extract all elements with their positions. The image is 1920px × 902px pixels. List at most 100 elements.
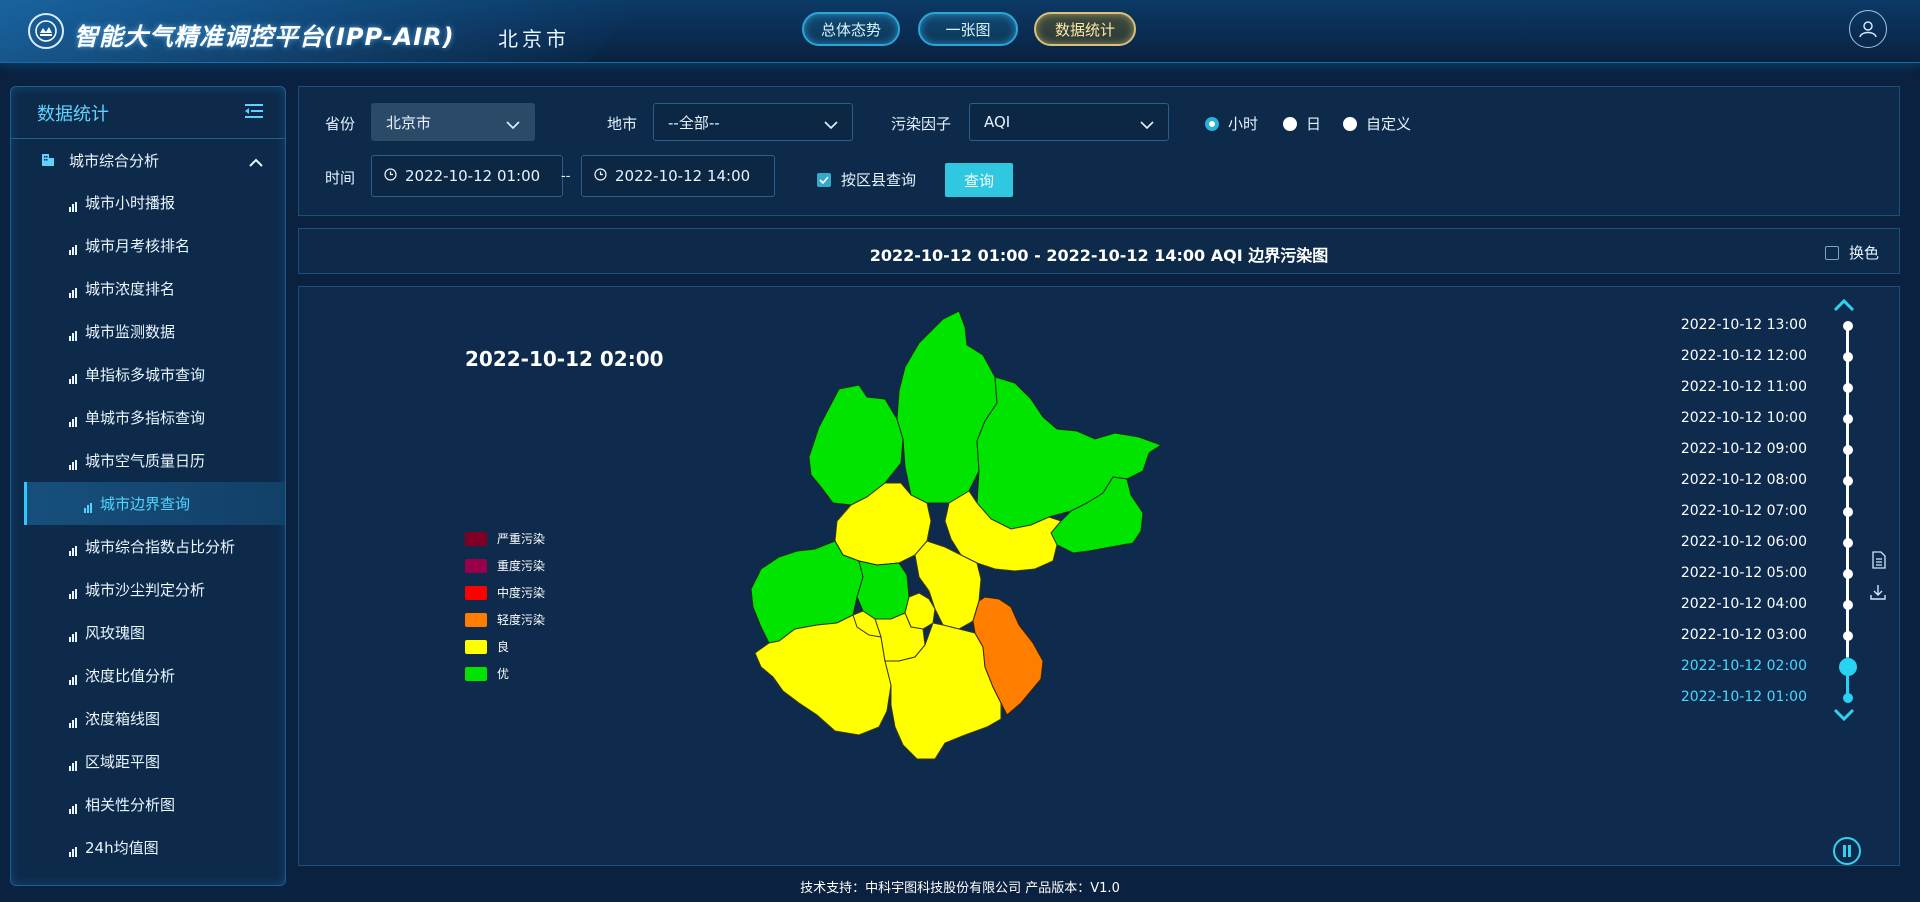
timeline-time-label[interactable]: 2022-10-12 06:00	[1681, 534, 1807, 550]
timeline-dot[interactable]	[1842, 569, 1853, 579]
radio-dot-selected	[1205, 116, 1219, 131]
filter-panel: 省份 北京市 地市 --全部-- 污染因子 AQI 小时 日 自定义 时间 20	[298, 86, 1900, 216]
pollutant-label: 污染因子	[891, 115, 952, 133]
timeline-time-label[interactable]: 2022-10-12 03:00	[1681, 627, 1807, 643]
sidebar-item-label: 城市监测数据	[85, 323, 176, 341]
timeline-up-button[interactable]	[1832, 297, 1856, 317]
timeline-time-label[interactable]: 2022-10-12 02:00	[1681, 658, 1807, 674]
nav-one-map-button[interactable]: 一张图	[918, 12, 1018, 46]
sidebar-item[interactable]: 区域距平图	[11, 740, 285, 783]
timeline-current-dot[interactable]	[1838, 658, 1857, 676]
radio-hour-label: 小时	[1228, 115, 1259, 133]
bar-chart-icon	[69, 456, 77, 470]
sidebar-item[interactable]: 城市沙尘判定分析	[11, 568, 285, 611]
timeline-dot[interactable]	[1842, 507, 1853, 517]
legend-item[interactable]: 严重污染	[465, 525, 545, 552]
start-time-input[interactable]: 2022-10-12 01:00	[371, 155, 563, 197]
sidebar-item[interactable]: 单指标多城市查询	[11, 353, 285, 396]
sidebar-item-label: 浓度比值分析	[85, 667, 176, 685]
radio-custom[interactable]: 自定义	[1343, 113, 1411, 134]
legend-item[interactable]: 优	[465, 660, 545, 687]
bar-chart-icon	[69, 757, 77, 771]
platform-logo-icon	[28, 13, 64, 49]
timeline-dot[interactable]	[1842, 476, 1853, 486]
timeline-dot[interactable]	[1842, 538, 1853, 548]
timeline-time-label[interactable]: 2022-10-12 11:00	[1681, 379, 1807, 395]
radio-hour[interactable]: 小时	[1205, 113, 1258, 134]
timeline-time-label[interactable]: 2022-10-12 09:00	[1681, 441, 1807, 457]
sidebar-group-city-analysis[interactable]: 城市综合分析	[11, 139, 285, 181]
sidebar-item[interactable]: 城市监测数据	[11, 310, 285, 353]
collapse-menu-icon[interactable]	[245, 103, 263, 123]
legend-item[interactable]: 重度污染	[465, 552, 545, 579]
pollutant-select[interactable]: AQI	[969, 103, 1169, 141]
timeline-time-label[interactable]: 2022-10-12 10:00	[1681, 410, 1807, 426]
legend-item[interactable]: 轻度污染	[465, 606, 545, 633]
timeline-dot[interactable]	[1842, 383, 1853, 393]
legend-label: 中度污染	[497, 586, 546, 600]
sidebar-item[interactable]: 浓度箱线图	[11, 697, 285, 740]
sidebar-item[interactable]: 城市空气质量日历	[11, 439, 285, 482]
sidebar-item[interactable]: 浓度比值分析	[11, 654, 285, 697]
district-query-checkbox[interactable]	[817, 173, 831, 187]
bar-chart-icon	[84, 499, 92, 513]
timeline-time-label[interactable]: 2022-10-12 05:00	[1681, 565, 1807, 581]
chevron-down-icon	[506, 116, 520, 134]
user-avatar-icon[interactable]	[1849, 10, 1887, 48]
nav-overview-button[interactable]: 总体态势	[802, 12, 900, 46]
document-icon[interactable]	[1871, 551, 1887, 573]
legend-item[interactable]: 中度污染	[465, 579, 545, 606]
timeline-time-label[interactable]: 2022-10-12 01:00	[1681, 689, 1807, 705]
pause-button[interactable]	[1833, 837, 1861, 865]
sidebar-group-label: 城市综合分析	[69, 151, 160, 170]
radio-dot	[1343, 116, 1357, 131]
sidebar-item[interactable]: 相关性分析图	[11, 783, 285, 826]
sidebar-item[interactable]: 城市浓度排名	[11, 267, 285, 310]
timeline-dot[interactable]	[1842, 321, 1853, 331]
radio-day-label: 日	[1306, 115, 1322, 133]
sidebar-item[interactable]: 单城市多指标查询	[11, 396, 285, 439]
sidebar-item-label: 风玫瑰图	[85, 624, 146, 642]
timeline-dot[interactable]	[1842, 631, 1853, 641]
sidebar-item[interactable]: 风玫瑰图	[11, 611, 285, 654]
radio-day[interactable]: 日	[1283, 113, 1321, 134]
sidebar-item-label: 城市沙尘判定分析	[85, 581, 206, 599]
sidebar-item[interactable]: 城市综合指数占比分析	[11, 525, 285, 568]
sidebar-item[interactable]: 24h均值图	[11, 826, 285, 869]
bar-chart-icon	[69, 327, 77, 341]
timeline-dot[interactable]	[1842, 352, 1853, 362]
province-select[interactable]: 北京市	[371, 103, 535, 141]
bar-chart-icon	[69, 628, 77, 642]
chart-title-bar: 2022-10-12 01:00 - 2022-10-12 14:00 AQI …	[298, 228, 1900, 274]
clock-icon	[594, 167, 607, 185]
swap-color-toggle[interactable]: 换色	[1824, 242, 1879, 263]
sidebar-item[interactable]: 城市月考核排名	[11, 224, 285, 267]
legend-item[interactable]: 良	[465, 633, 545, 660]
nav-data-stats-button[interactable]: 数据统计	[1034, 12, 1136, 46]
query-button[interactable]: 查询	[945, 163, 1013, 197]
swap-color-checkbox[interactable]	[1824, 245, 1839, 260]
timeline-dot[interactable]	[1842, 600, 1853, 610]
legend-label: 重度污染	[497, 559, 546, 573]
end-time-input[interactable]: 2022-10-12 14:00	[581, 155, 775, 197]
map-panel: 2022-10-12 02:00 严重污染 重度污染 中度污染 轻度污染良优 2…	[298, 286, 1900, 866]
footer: 技术支持：中科宇图科技股份有限公司 产品版本：V1.0	[800, 881, 1120, 896]
legend-swatch	[465, 612, 487, 627]
timeline-time-label[interactable]: 2022-10-12 13:00	[1681, 317, 1807, 333]
download-icon[interactable]	[1869, 583, 1887, 605]
timeline-time-label[interactable]: 2022-10-12 04:00	[1681, 596, 1807, 612]
city-select[interactable]: --全部--	[653, 103, 853, 141]
timeline-time-label[interactable]: 2022-10-12 12:00	[1681, 348, 1807, 364]
timeline-dot[interactable]	[1842, 445, 1853, 455]
chevron-up-icon[interactable]	[249, 153, 263, 172]
current-city: 北京市	[498, 27, 570, 51]
sidebar-item-label: 单城市多指标查询	[85, 409, 206, 427]
timeline-dot[interactable]	[1842, 693, 1853, 703]
sidebar-item[interactable]: 城市边界查询	[24, 482, 285, 525]
timeline-dot[interactable]	[1842, 414, 1853, 424]
sidebar-item[interactable]: 城市小时播报	[11, 181, 285, 224]
timeline-time-label[interactable]: 2022-10-12 08:00	[1681, 472, 1807, 488]
timeline-down-button[interactable]	[1832, 707, 1856, 727]
city-label: 地市	[607, 115, 638, 133]
timeline-time-label[interactable]: 2022-10-12 07:00	[1681, 503, 1807, 519]
